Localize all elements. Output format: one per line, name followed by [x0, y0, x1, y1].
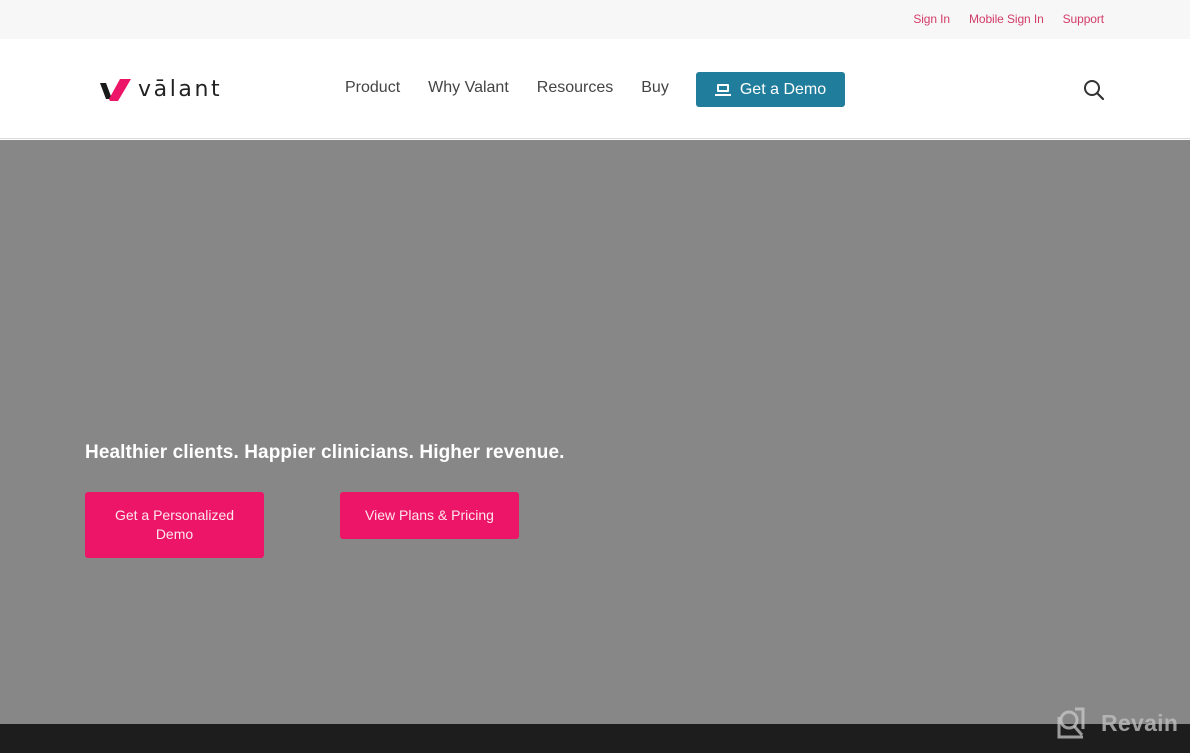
personalized-demo-button[interactable]: Get a Personalized Demo	[85, 492, 264, 558]
utility-links: Sign In Mobile Sign In Support	[913, 12, 1104, 26]
revain-text: Revain	[1101, 709, 1179, 736]
search-button[interactable]	[1083, 79, 1105, 101]
support-link[interactable]: Support	[1063, 12, 1104, 26]
search-icon	[1084, 80, 1105, 101]
laptop-icon	[714, 83, 731, 96]
get-a-demo-label: Get a Demo	[739, 80, 827, 98]
revain-watermark: Revain	[1055, 707, 1178, 739]
nav-why-valant[interactable]: Why Valant	[428, 79, 509, 97]
main-nav: Product Why Valant Resources Buy	[345, 79, 697, 97]
sign-in-link[interactable]: Sign In	[913, 12, 950, 26]
mobile-sign-in-link[interactable]: Mobile Sign In	[969, 12, 1044, 26]
plans-pricing-button[interactable]: View Plans & Pricing	[340, 492, 519, 539]
revain-logo-icon	[1055, 707, 1087, 739]
nav-product[interactable]: Product	[345, 79, 400, 97]
logo-wordmark: vālant	[138, 77, 223, 102]
logo-mark-icon	[100, 78, 132, 101]
hero-headline: Healthier clients. Happier clinicians. H…	[85, 442, 565, 463]
nav-resources[interactable]: Resources	[537, 79, 613, 97]
main-header: vālant Product Why Valant Resources Buy …	[0, 39, 1190, 139]
utility-bar: Sign In Mobile Sign In Support	[0, 0, 1190, 39]
footer-strip	[0, 724, 1190, 753]
nav-buy[interactable]: Buy	[641, 79, 669, 97]
logo[interactable]: vālant	[100, 77, 222, 102]
get-a-demo-button[interactable]: Get a Demo	[696, 72, 845, 107]
hero-section: Healthier clients. Happier clinicians. H…	[0, 140, 1190, 724]
